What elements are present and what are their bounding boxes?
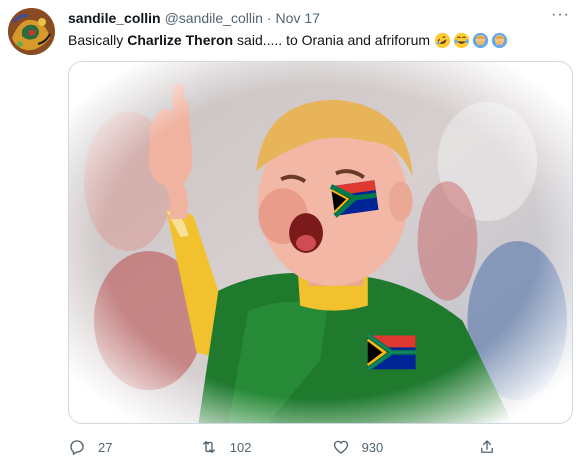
tweet-actions: 27 102 930	[68, 436, 498, 458]
photo-boy-gesture	[69, 62, 572, 423]
display-name[interactable]: sandile_collin	[68, 10, 161, 26]
retweet-button[interactable]: 102	[200, 438, 332, 456]
avatar-art-icon	[8, 8, 55, 55]
user-handle[interactable]: @sandile_collin	[165, 10, 263, 26]
tweet-photo[interactable]	[68, 61, 573, 424]
like-count: 930	[361, 439, 384, 455]
retweet-icon	[202, 441, 215, 453]
tweet: sandile_collin @sandile_collin · Nov 17 …	[0, 0, 580, 461]
person-facepalming-icon	[472, 32, 489, 49]
emoji-group	[434, 32, 508, 49]
separator-dot: ·	[266, 10, 272, 26]
share-icon	[481, 440, 494, 453]
face-with-tears-of-joy-icon	[453, 32, 470, 49]
avatar[interactable]	[8, 8, 55, 55]
heart-icon	[333, 440, 348, 454]
tweet-text: Basically Charlize Theron said..... to O…	[68, 30, 570, 50]
tweet-text-bold: Charlize Theron	[127, 32, 234, 48]
person-facepalming-icon	[491, 32, 508, 49]
more-icon[interactable]: ···	[551, 7, 570, 29]
rolling-on-floor-laughing-icon	[434, 32, 451, 49]
reply-icon	[70, 440, 84, 455]
like-button[interactable]: 930	[332, 438, 479, 456]
reply-button[interactable]: 27	[68, 438, 200, 456]
reply-count: 27	[98, 439, 113, 455]
tweet-date[interactable]: Nov 17	[276, 10, 320, 26]
tweet-text-after: said..... to Orania and afriforum	[237, 32, 431, 48]
tweet-text-before: Basically	[68, 32, 124, 48]
tweet-header: sandile_collin @sandile_collin · Nov 17 …	[68, 7, 570, 29]
share-button[interactable]	[478, 438, 498, 456]
retweet-count: 102	[229, 439, 252, 455]
